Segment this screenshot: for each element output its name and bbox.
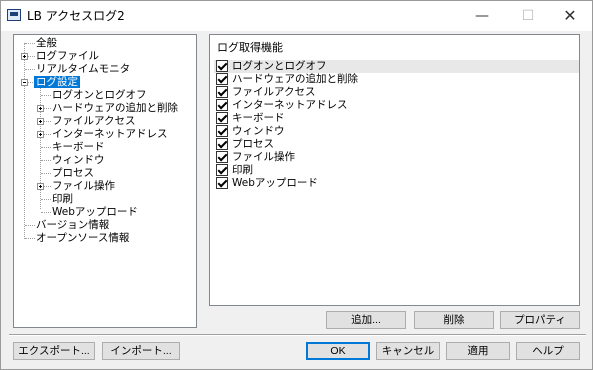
feature-checkbox[interactable] [216,86,228,98]
ok-button[interactable]: OK [306,342,370,360]
delete-button[interactable]: 削除 [414,311,494,329]
tree-item-print[interactable]: 印刷 [52,193,73,206]
tree-item-file-access[interactable]: ファイルアクセス [52,115,135,128]
tree-item-log-file[interactable]: ログファイル [36,50,99,63]
tree-item-open-source-info[interactable]: オープンソース情報 [36,232,129,245]
tree-item-general[interactable]: 全般 [36,37,57,50]
tree-connector-line [25,69,35,70]
tree-item-keyboard[interactable]: キーボード [52,141,105,154]
tree-item-version-info[interactable]: バージョン情報 [36,219,109,232]
feature-row-file-access[interactable]: ファイルアクセス [214,86,579,99]
tree-connector-line [41,95,51,96]
cancel-button[interactable]: キャンセル [376,342,440,360]
tree-connector-line [41,173,51,174]
feature-checkbox[interactable] [216,60,228,72]
feature-row-file-operation[interactable]: ファイル操作 [214,151,579,164]
tree-item-hardware[interactable]: ハードウェアの追加と削除 [52,102,178,115]
feature-checkbox[interactable] [216,177,228,189]
import-button[interactable]: インポート... [102,342,180,360]
close-button[interactable]: ✕ [547,1,593,31]
expand-icon[interactable] [21,53,28,60]
feature-checkbox[interactable] [216,138,228,150]
feature-checkbox[interactable] [216,99,228,111]
help-button[interactable]: ヘルプ [516,342,580,360]
feature-row-window[interactable]: ウィンドウ [214,125,579,138]
add-button[interactable]: 追加... [326,311,406,329]
tree-item-internet-address[interactable]: インターネットアドレス [52,128,168,141]
feature-checkbox[interactable] [216,112,228,124]
app-icon [7,9,21,21]
title-bar[interactable]: LB アクセスログ2 — ☐ ✕ [1,1,592,31]
features-header: ログ取得機能 [217,41,283,54]
tree-connector-line [41,212,51,213]
tree-item-process[interactable]: プロセス [52,167,94,180]
tree-connector-line [25,238,35,239]
settings-tree[interactable]: 全般 ログファイル リアルタイムモニタ ログ設定 ログオンとログオフ ハードウェ… [13,34,197,328]
tree-connector-line [41,160,51,161]
feature-row-internet-address[interactable]: インターネットアドレス [214,99,579,112]
window-title: LB アクセスログ2 [27,9,125,23]
feature-checkbox[interactable] [216,125,228,137]
expand-icon[interactable] [37,131,44,138]
tree-connector-line [41,199,51,200]
tree-item-web-upload[interactable]: Webアップロード [52,206,138,219]
feature-row-print[interactable]: 印刷 [214,164,579,177]
feature-checkbox[interactable] [216,73,228,85]
tree-item-file-operation[interactable]: ファイル操作 [52,180,115,193]
feature-checkbox[interactable] [216,151,228,163]
tree-item-window[interactable]: ウィンドウ [52,154,105,167]
maximize-button: ☐ [521,8,535,24]
minimize-button[interactable]: — [459,1,505,31]
tree-connector-line [41,147,51,148]
tree-connector-line [25,225,35,226]
separator [9,334,586,336]
log-features-list[interactable]: ログ取得機能 ログオンとログオフ ハードウェアの追加と削除 ファイルアクセス イ… [209,34,580,306]
expand-icon[interactable] [37,105,44,112]
tree-connector-line [24,43,25,239]
expand-icon[interactable] [37,183,44,190]
feature-row-logon-logoff[interactable]: ログオンとログオフ [214,60,579,73]
expand-icon[interactable] [37,118,44,125]
properties-button[interactable]: プロパティ [500,311,580,329]
tree-item-realtime-monitor[interactable]: リアルタイムモニタ [36,63,130,76]
collapse-icon[interactable] [21,79,28,86]
feature-row-keyboard[interactable]: キーボード [214,112,579,125]
tree-item-logon-logoff[interactable]: ログオンとログオフ [52,89,147,102]
apply-button[interactable]: 適用 [446,342,510,360]
feature-row-process[interactable]: プロセス [214,138,579,151]
dialog-window: LB アクセスログ2 — ☐ ✕ 全般 ログファイル リアルタイムモニタ ログ設… [0,0,593,370]
tree-item-log-settings[interactable]: ログ設定 [34,76,80,89]
tree-connector-line [25,43,35,44]
feature-row-hardware[interactable]: ハードウェアの追加と削除 [214,73,579,86]
export-button[interactable]: エクスポート... [13,342,95,360]
feature-checkbox[interactable] [216,164,228,176]
feature-row-web-upload[interactable]: Webアップロード [214,177,579,190]
